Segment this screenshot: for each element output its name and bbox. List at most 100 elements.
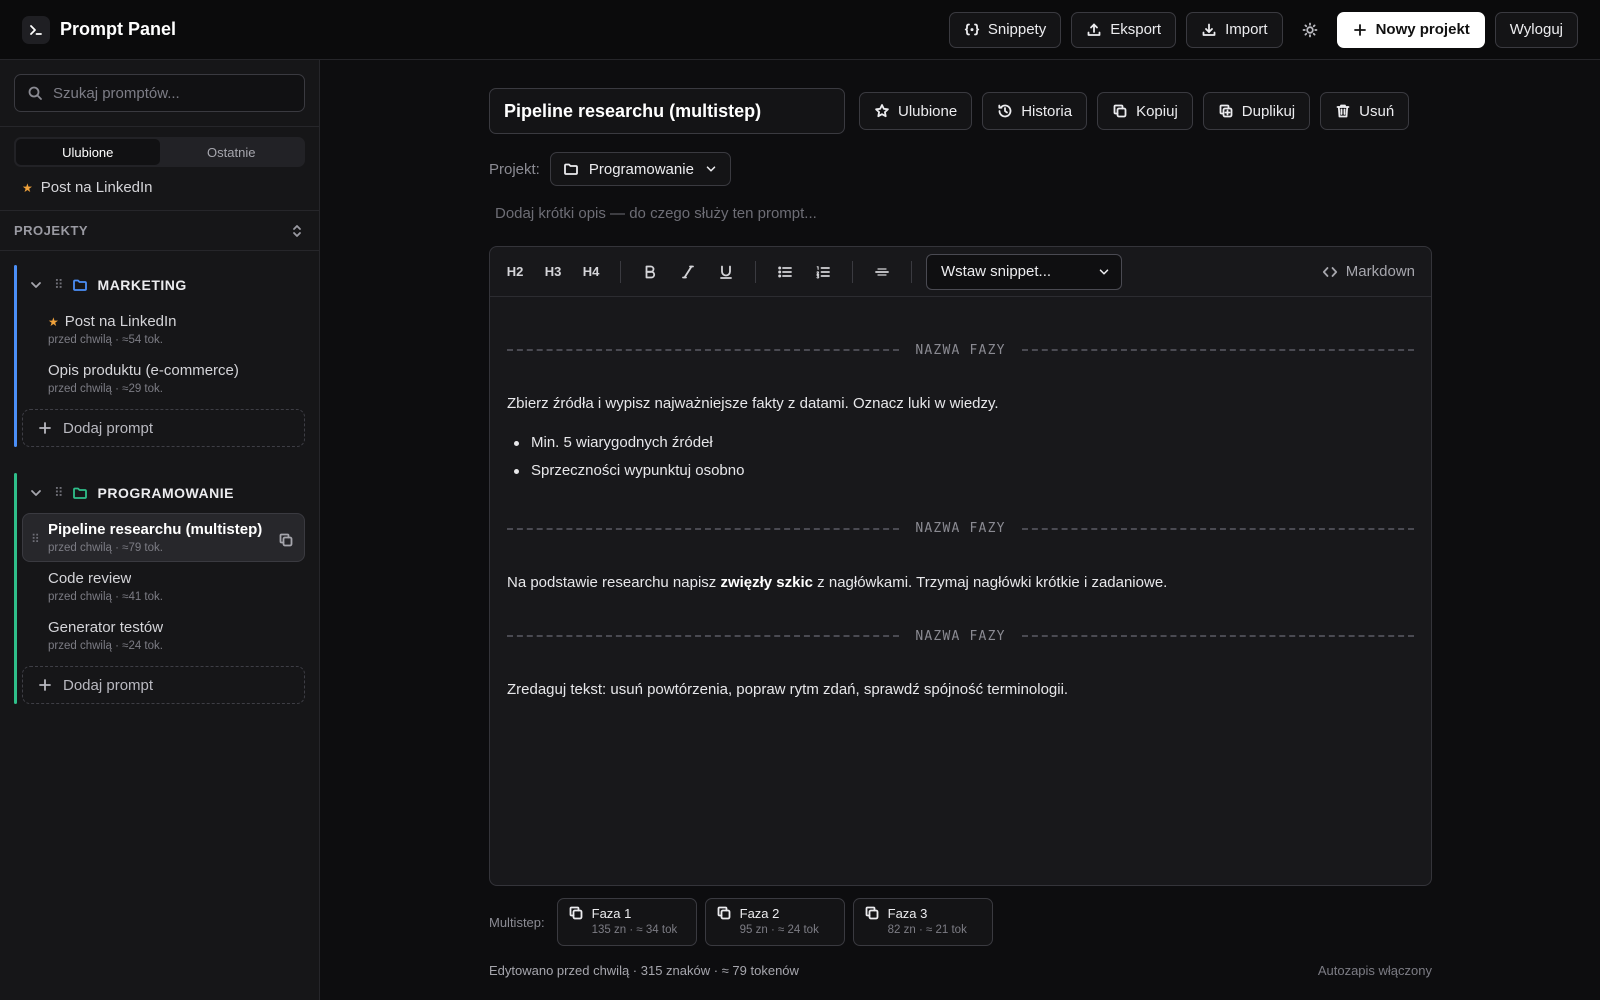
- duplicate-button[interactable]: Duplikuj: [1202, 92, 1311, 130]
- copy-button[interactable]: Kopiuj: [1097, 92, 1193, 130]
- bold-text: zwięzły szkic: [720, 573, 814, 591]
- drag-handle-icon[interactable]: ⠿: [54, 485, 63, 501]
- toolbar-divider: [755, 260, 756, 283]
- star-icon: ★: [48, 314, 59, 329]
- editor-toolbar: H2 H3 H4 Wstaw snippet... Markdown: [490, 247, 1431, 297]
- history-icon: [997, 103, 1013, 119]
- snippets-label: Snippety: [987, 21, 1047, 38]
- ordered-list-icon[interactable]: [806, 256, 840, 288]
- add-prompt-button[interactable]: Dodaj prompt: [22, 409, 305, 447]
- prompt-meta: przed chwilą · ≈24 tok.: [48, 640, 163, 652]
- markdown-toggle[interactable]: Markdown: [1322, 263, 1423, 280]
- export-label: Eksport: [1110, 21, 1162, 38]
- import-button[interactable]: Import: [1186, 11, 1283, 48]
- project-programowanie: ⠿ PROGRAMOWANIE ⠿ Pipeline researchu (mu…: [14, 473, 319, 704]
- sidebar-tabs: Ulubione Ostatnie: [14, 137, 305, 167]
- terminal-icon: [22, 15, 50, 44]
- favorite-label: Ulubione: [898, 102, 958, 120]
- phase-divider: NAZWA FAZY: [507, 626, 1414, 646]
- folder-icon: [72, 277, 88, 293]
- project-header[interactable]: ⠿ PROGRAMOWANIE: [14, 473, 305, 513]
- list-item: Sprzeczności wypunktuj osobno: [507, 457, 1414, 485]
- delete-button[interactable]: Usuń: [1320, 92, 1410, 130]
- plus-icon: [1352, 22, 1368, 38]
- phase-meta: 95 zn · ≈ 24 tok: [739, 924, 819, 936]
- bullet-list-icon[interactable]: [768, 256, 802, 288]
- plus-icon: [37, 677, 53, 693]
- prompt-meta: przed chwilą · ≈54 tok.: [48, 334, 163, 346]
- underline-icon[interactable]: [709, 256, 743, 288]
- prompt-item[interactable]: Opis produktu (e-commerce) przed chwilą …: [22, 354, 305, 403]
- code-icon: [1322, 264, 1338, 280]
- bold-icon[interactable]: [633, 256, 667, 288]
- search-input[interactable]: [53, 84, 292, 102]
- project-color-bar: [14, 473, 17, 704]
- prompt-item-active[interactable]: ⠿ Pipeline researchu (multistep) przed c…: [22, 513, 305, 562]
- prompt-title-input[interactable]: [489, 88, 845, 134]
- phase-divider-label: NAZWA FAZY: [915, 628, 1006, 644]
- project-marketing: ⠿ MARKETING ★ Post na LinkedIn przed chwi…: [14, 265, 319, 447]
- phase-card-3[interactable]: Faza 3 82 zn · ≈ 21 tok: [852, 898, 993, 946]
- phase-card-1[interactable]: Faza 1 135 zn · ≈ 34 tok: [556, 898, 697, 946]
- prompt-title: Opis produktu (e-commerce): [48, 362, 239, 379]
- copy-icon: [716, 905, 732, 921]
- sun-icon[interactable]: [1297, 17, 1323, 43]
- history-button[interactable]: Historia: [982, 92, 1088, 130]
- snippets-button[interactable]: Snippety: [948, 11, 1062, 48]
- phase-1-bullets: Min. 5 wiarygodnych źródeł Sprzeczności …: [507, 429, 1414, 485]
- brand[interactable]: Prompt Panel: [22, 15, 176, 44]
- drag-handle-icon[interactable]: ⠿: [31, 532, 40, 546]
- toolbar-divider: [620, 260, 621, 283]
- tab-recent[interactable]: Ostatnie: [160, 139, 304, 165]
- main-panel: Ulubione Historia Kopiuj Duplikuj Usuń P…: [320, 60, 1600, 1000]
- editor-content[interactable]: NAZWA FAZY Zbierz źródła i wypisz najważ…: [490, 340, 1431, 702]
- copy-icon: [864, 905, 880, 921]
- prompt-item[interactable]: Code review przed chwilą · ≈41 tok.: [22, 562, 305, 611]
- phase-2-text: Na podstawie researchu napisz zwięzły sz…: [507, 573, 1168, 591]
- chevron-down-icon[interactable]: [28, 277, 44, 293]
- duplicate-label: Duplikuj: [1241, 102, 1296, 120]
- add-prompt-label: Dodaj prompt: [63, 676, 154, 694]
- multistep-bar: Multistep: Faza 1 135 zn · ≈ 34 tok Faza…: [489, 898, 993, 946]
- copy-icon: [1112, 103, 1128, 119]
- description-input[interactable]: Dodaj krótki opis — do czego służy ten p…: [495, 205, 817, 222]
- phase-card-2[interactable]: Faza 2 95 zn · ≈ 24 tok: [704, 898, 845, 946]
- drag-handle-icon[interactable]: ⠿: [54, 277, 63, 293]
- phase-divider: NAZWA FAZY: [507, 340, 1414, 360]
- logout-button[interactable]: Wyloguj: [1494, 11, 1578, 48]
- phase-1-text: Zbierz źródła i wypisz najważniejsze fak…: [507, 395, 999, 412]
- plus-icon: [37, 420, 53, 436]
- phase-3-text: Zredaguj tekst: usuń powtórzenia, popraw…: [507, 681, 1069, 698]
- heading-2-button[interactable]: H2: [498, 256, 532, 288]
- import-label: Import: [1225, 21, 1268, 38]
- project-select[interactable]: Programowanie: [549, 152, 731, 186]
- chevrons-up-down-icon[interactable]: [289, 223, 305, 239]
- prompt-item[interactable]: ★ Post na LinkedIn przed chwilą · ≈54 tok…: [22, 305, 305, 354]
- chevron-down-icon[interactable]: [28, 485, 44, 501]
- add-prompt-button[interactable]: Dodaj prompt: [22, 666, 305, 704]
- italic-icon[interactable]: [671, 256, 705, 288]
- favorite-button[interactable]: Ulubione: [859, 92, 973, 130]
- prompt-title: Code review: [48, 570, 132, 587]
- heading-3-button[interactable]: H3: [536, 256, 570, 288]
- favorite-item[interactable]: ★ Post na LinkedIn: [0, 167, 319, 211]
- new-project-button[interactable]: Nowy projekt: [1336, 11, 1485, 48]
- search-box[interactable]: [14, 74, 305, 112]
- delete-label: Usuń: [1359, 102, 1395, 120]
- export-button[interactable]: Eksport: [1071, 11, 1177, 48]
- phase-divider-icon[interactable]: [865, 256, 899, 288]
- prompt-item[interactable]: Generator testów przed chwilą · ≈24 tok.: [22, 611, 305, 660]
- tab-favorites[interactable]: Ulubione: [16, 139, 160, 165]
- prompt-title: Generator testów: [48, 619, 164, 636]
- history-label: Historia: [1021, 102, 1073, 120]
- star-icon: ★: [22, 180, 33, 195]
- multistep-label: Multistep:: [489, 914, 545, 930]
- folder-icon: [72, 485, 88, 501]
- project-select-value: Programowanie: [588, 160, 694, 178]
- insert-snippet-select[interactable]: Wstaw snippet...: [926, 253, 1122, 290]
- copy-icon[interactable]: [278, 532, 294, 548]
- copy-icon: [568, 905, 584, 921]
- heading-4-button[interactable]: H4: [574, 256, 608, 288]
- phase-meta: 82 zn · ≈ 21 tok: [887, 924, 967, 936]
- project-header[interactable]: ⠿ MARKETING: [14, 265, 305, 305]
